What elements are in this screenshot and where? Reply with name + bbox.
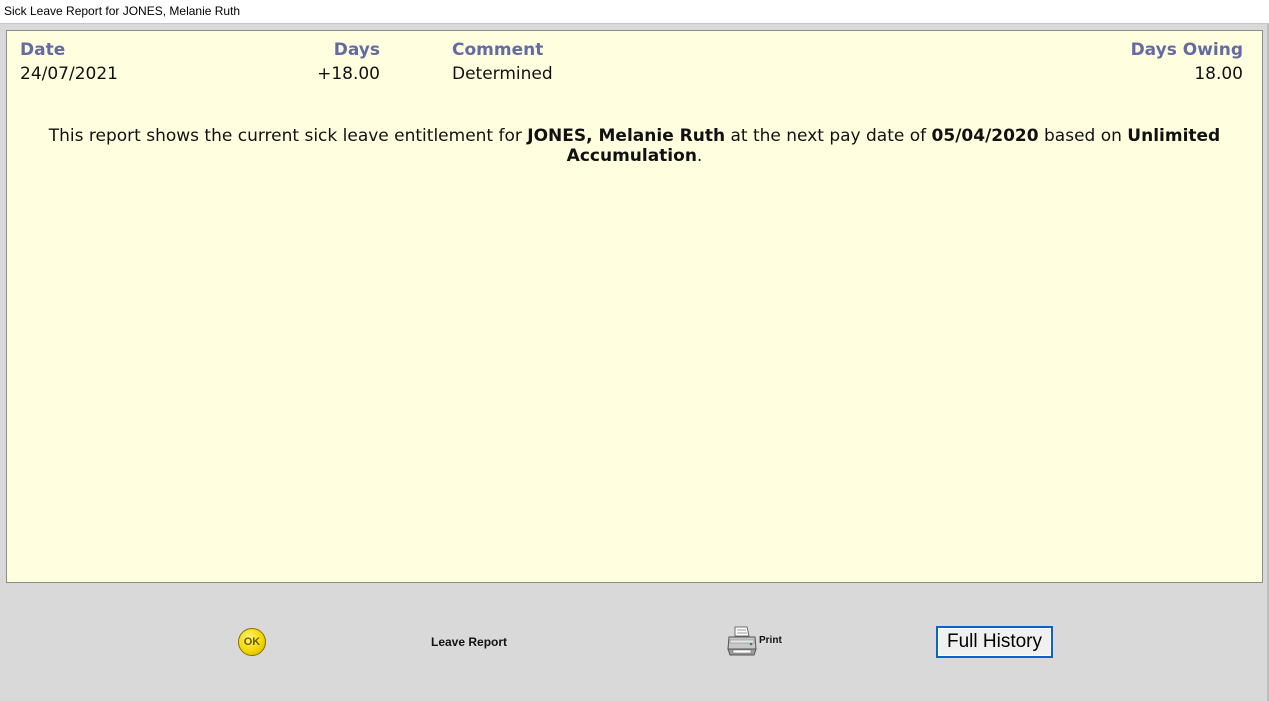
summary-text: .	[696, 146, 703, 166]
printer-icon	[727, 626, 757, 656]
cell-days: +18.00	[317, 64, 380, 84]
summary-employee-name: JONES, Melanie Ruth	[527, 126, 726, 146]
title-bar: Sick Leave Report for JONES, Melanie Rut…	[0, 0, 1269, 24]
cell-comment: Determined	[452, 64, 553, 84]
full-history-button[interactable]: Full History	[936, 626, 1053, 658]
window-title: Sick Leave Report for JONES, Melanie Rut…	[4, 4, 241, 18]
summary-pay-date: 05/04/2020	[931, 126, 1039, 146]
ok-icon: OK	[243, 636, 261, 648]
header-days: Days	[333, 40, 380, 60]
entitlement-summary: This report shows the current sick leave…	[23, 126, 1246, 166]
leave-report-label: Leave Report	[431, 635, 508, 649]
summary-text: This report shows the current sick leave…	[48, 126, 528, 146]
summary-text: at the next pay date of	[725, 126, 932, 146]
print-label: Print	[759, 635, 782, 646]
cell-date: 24/07/2021	[20, 64, 118, 84]
header-date: Date	[20, 40, 66, 60]
header-comment: Comment	[452, 40, 544, 60]
report-panel: Date Days Comment Days Owing 24/07/2021 …	[6, 30, 1263, 583]
header-days-owing: Days Owing	[1130, 40, 1243, 60]
ok-button[interactable]: OK	[238, 628, 266, 656]
cell-days-owing: 18.00	[1194, 64, 1243, 84]
summary-text: based on	[1038, 126, 1128, 146]
button-bar: OK Leave Report Print Full History	[0, 584, 1267, 701]
